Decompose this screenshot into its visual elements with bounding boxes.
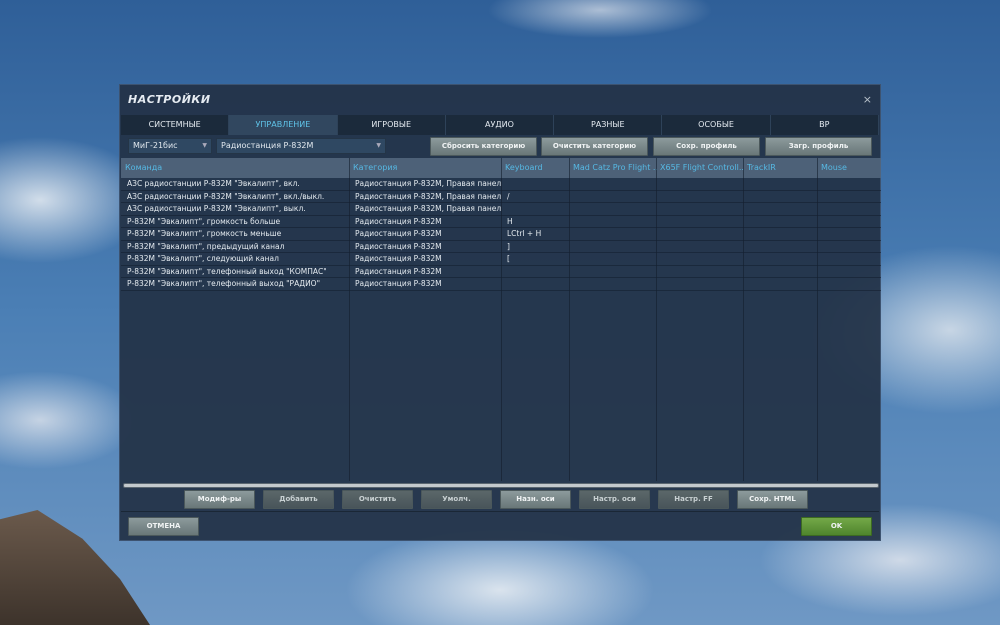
bottom-button-3[interactable]: Умолч. — [421, 490, 492, 509]
table-cell: Радиостанция Р-832М — [355, 216, 442, 226]
table-row[interactable]: Р-832М "Эвкалипт", телефонный выход "КОМ… — [121, 266, 881, 278]
table-cell: Р-832М "Эвкалипт", телефонный выход "РАД… — [127, 279, 321, 288]
table-cell: Радиостанция Р-832М, Правая панель — [355, 204, 501, 213]
table-cell: Радиостанция Р-832М — [355, 279, 442, 288]
tab-bar: СИСТЕМНЫЕ УПРАВЛЕНИЕ ИГРОВЫЕ АУДИО РАЗНЫЕ ОСО… — [121, 115, 879, 135]
table-cell: Р-832М "Эвкалипт", предыдущий канал — [127, 241, 285, 251]
bottom-button-5[interactable]: Настр. оси — [579, 490, 650, 509]
column-header[interactable]: Команда — [122, 158, 350, 178]
horizontal-scrollbar[interactable] — [123, 483, 879, 488]
tab-4[interactable]: РАЗНЫЕ — [554, 115, 663, 135]
tab-5[interactable]: ОСОБЫЕ — [662, 115, 771, 135]
column-header[interactable]: Keyboard — [502, 158, 570, 178]
aircraft-value: МиГ-21бис — [133, 141, 178, 150]
clear-category-button[interactable]: Очистить категорию — [541, 137, 648, 156]
bottom-button-0[interactable]: Модиф-ры — [184, 490, 255, 509]
close-icon[interactable]: × — [863, 93, 872, 106]
table-row[interactable]: Р-832М "Эвкалипт", телефонный выход "РАД… — [121, 278, 881, 291]
tab-1[interactable]: УПРАВЛЕНИЕ — [229, 115, 338, 135]
load-profile-button[interactable]: Загр. профиль — [765, 137, 872, 156]
table-row[interactable]: Р-832М "Эвкалипт", громкость меньше Радио… — [121, 228, 881, 241]
settings-dialog: НАСТРОЙКИ × СИСТЕМНЫЕ УПРАВЛЕНИЕ ИГРОВЫЕ АУ… — [119, 84, 881, 541]
dialog-title: НАСТРОЙКИ — [128, 93, 211, 106]
chevron-down-icon: ▼ — [376, 142, 381, 149]
column-header[interactable]: Mouse — [818, 158, 882, 178]
table-cell: АЗС радиостанции Р-832М "Эвкалипт", вкл. — [127, 179, 300, 188]
table-row[interactable]: Р-832М "Эвкалипт", предыдущий канал Радио… — [121, 241, 881, 253]
tab-3[interactable]: АУДИО — [446, 115, 555, 135]
column-header[interactable]: X65F Flight Controll... — [657, 158, 744, 178]
tab-2[interactable]: ИГРОВЫЕ — [338, 115, 446, 135]
table-row[interactable]: АЗС радиостанции Р-832М "Эвкалипт", вкл.… — [121, 178, 881, 191]
bottom-button-6[interactable]: Настр. FF — [658, 490, 729, 509]
bottom-button-4[interactable]: Назн. оси — [500, 490, 571, 509]
table-cell: Радиостанция Р-832М — [355, 254, 442, 263]
table-cell: Радиостанция Р-832М — [355, 266, 442, 276]
tab-0[interactable]: СИСТЕМНЫЕ — [121, 115, 230, 135]
column-header[interactable]: Mad Catz Pro Flight ... — [570, 158, 657, 178]
table-cell: Р-832М "Эвкалипт", громкость больше — [127, 216, 281, 226]
table-cell: ] — [507, 241, 510, 251]
table-cell: Р-832М "Эвкалипт", телефонный выход "КОМ… — [127, 266, 327, 276]
table-cell: / — [507, 191, 510, 201]
table-row[interactable]: АЗС радиостанции Р-832М "Эвкалипт", вкл.… — [121, 191, 881, 203]
column-header[interactable]: Категория — [350, 158, 502, 178]
table-cell: Р-832М "Эвкалипт", следующий канал — [127, 254, 279, 263]
table-cell: Р-832М "Эвкалипт", громкость меньше — [127, 229, 282, 238]
table-cell: [ — [507, 254, 510, 263]
table-cell: Радиостанция Р-832М, Правая панель — [355, 179, 501, 188]
table-cell: АЗС радиостанции Р-832М "Эвкалипт", выкл… — [127, 204, 306, 213]
category-value: Радиостанция Р-832М — [221, 141, 314, 150]
chevron-down-icon: ▼ — [202, 142, 207, 149]
table-row[interactable]: АЗС радиостанции Р-832М "Эвкалипт", выкл… — [121, 203, 881, 216]
aircraft-select[interactable]: МиГ-21бис ▼ — [128, 138, 212, 154]
table-row[interactable]: Р-832М "Эвкалипт", громкость больше Радио… — [121, 216, 881, 228]
bottom-button-2[interactable]: Очистить — [342, 490, 413, 509]
table-cell: АЗС радиостанции Р-832М "Эвкалипт", вкл.… — [127, 191, 325, 201]
bindings-table: Команда Категория Keyboard Mad Catz Pro Fli… — [121, 158, 881, 481]
table-row[interactable]: Р-832М "Эвкалипт", следующий канал Радиос… — [121, 253, 881, 266]
save-profile-button[interactable]: Сохр. профиль — [653, 137, 760, 156]
ok-button[interactable]: OK — [801, 517, 872, 536]
cancel-button[interactable]: ОТМЕНА — [128, 517, 199, 536]
table-cell: H — [507, 216, 513, 226]
tab-6[interactable]: ВР — [771, 115, 879, 135]
table-cell: LCtrl + H — [507, 229, 542, 238]
category-select[interactable]: Радиостанция Р-832М ▼ — [216, 138, 386, 154]
bottom-button-7[interactable]: Сохр. HTML — [737, 490, 808, 509]
table-cell: Радиостанция Р-832М — [355, 229, 442, 238]
reset-category-button[interactable]: Сбросить категорию — [430, 137, 537, 156]
table-cell: Радиостанция Р-832М, Правая панель — [355, 191, 501, 201]
bottom-button-1[interactable]: Добавить — [263, 490, 334, 509]
table-cell: Радиостанция Р-832М — [355, 241, 442, 251]
column-header[interactable]: TrackIR — [744, 158, 818, 178]
divider — [121, 511, 879, 512]
